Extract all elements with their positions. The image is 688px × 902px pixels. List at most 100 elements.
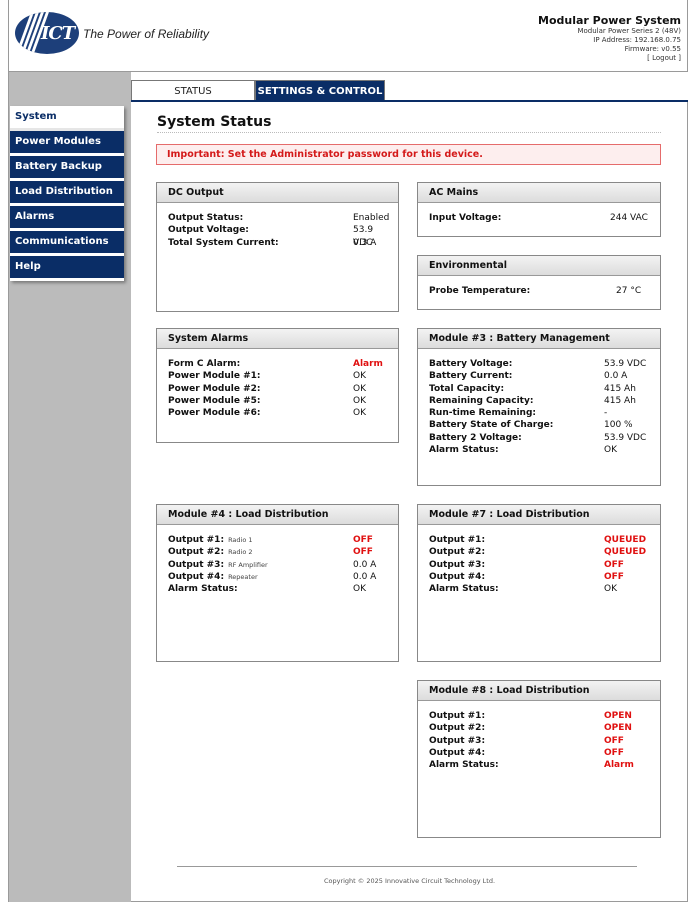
row-label: Total Capacity:: [429, 383, 505, 394]
status-row: Power Module #2: OK: [168, 383, 387, 395]
logout-link[interactable]: [ Logout ]: [538, 54, 681, 63]
panel-title: Module #7 : Load Distribution: [418, 505, 660, 525]
row-value: OFF: [353, 535, 373, 545]
system-title: Modular Power System: [538, 14, 681, 27]
ict-logo: ICT The Power of Reliability: [15, 12, 209, 54]
row-value: Alarm: [353, 359, 383, 369]
panel-module-3-battery: Module #3 : Battery Management Battery V…: [417, 328, 661, 486]
output-name: Repeater: [228, 572, 258, 581]
sidebar-item-battery-backup[interactable]: Battery Backup: [10, 156, 124, 181]
status-row: Output #3: OFF: [429, 735, 649, 747]
status-row: Output #1: OPEN: [429, 710, 649, 722]
row-label: Output #4:: [429, 571, 486, 582]
row-label: Output #1:: [429, 711, 486, 721]
firmware-version: Firmware: v0.55: [624, 45, 681, 53]
status-row: Alarm Status: OK: [168, 583, 387, 595]
status-row: Power Module #1: OK: [168, 370, 387, 382]
panel-system-alarms: System Alarms Form C Alarm: Alarm Power Mo…: [156, 328, 399, 443]
panel-title: AC Mains: [418, 183, 660, 203]
row-label: Power Module #1:: [168, 371, 261, 382]
password-warning-banner: Important: Set the Administrator passwor…: [156, 144, 661, 165]
status-row: Power Module #6: OK: [168, 407, 387, 419]
status-row: Remaining Capacity: 415 Ah: [429, 395, 649, 407]
page-title: System Status: [157, 114, 272, 130]
row-label: Power Module #2:: [168, 383, 261, 394]
row-value: 415 Ah: [604, 395, 636, 406]
status-row: Battery 2 Voltage: 53.9 VDC: [429, 432, 649, 444]
tab-settings-control[interactable]: SETTINGS & CONTROL: [255, 80, 385, 101]
row-value: Alarm: [604, 760, 634, 771]
tab-bar: STATUS SETTINGS & CONTROL: [131, 80, 385, 101]
row-value: 0.0 A: [353, 559, 377, 570]
status-row: Output #1: Radio 1 OFF: [168, 534, 387, 546]
status-row: Output Voltage: 53.9 VDC: [168, 224, 387, 247]
panel-ac-mains: AC Mains Input Voltage: 244 VAC: [417, 182, 661, 237]
row-value: 244 VAC: [610, 213, 648, 223]
row-label: Power Module #6:: [168, 408, 261, 419]
status-row: Output #3: RF Amplifier 0.0 A: [168, 559, 387, 571]
row-value: -: [604, 408, 608, 419]
row-label: Output Voltage:: [168, 225, 249, 236]
sidebar-item-alarms[interactable]: Alarms: [10, 206, 124, 231]
row-value: QUEUED: [604, 547, 647, 558]
sidebar-item-help[interactable]: Help: [10, 256, 124, 281]
row-value: OK: [353, 584, 366, 595]
sidebar-item-system[interactable]: System: [10, 106, 124, 131]
row-value: OFF: [604, 747, 624, 758]
ip-address: IP Address: 192.168.0.75: [593, 36, 681, 44]
row-label: Input Voltage:: [429, 213, 502, 223]
row-label: Output #4:: [168, 571, 225, 582]
row-value: OFF: [604, 559, 624, 570]
row-value: OPEN: [604, 723, 632, 734]
status-row: Alarm Status: OK: [429, 583, 649, 595]
row-label: Output #3:: [168, 559, 225, 570]
row-label: Output #3:: [429, 559, 486, 570]
row-value: 53.9 VDC: [604, 359, 647, 369]
page-header: ICT The Power of Reliability Modular Pow…: [8, 0, 688, 72]
row-label: Probe Temperature:: [429, 286, 531, 296]
row-label: Output #3:: [429, 735, 486, 746]
status-row: Power Module #5: OK: [168, 395, 387, 407]
row-label: Output #1:: [429, 535, 486, 545]
row-value: 0.3 A: [353, 237, 377, 248]
footer-divider: [177, 866, 637, 867]
row-value: 0.0 A: [604, 371, 628, 382]
ict-logo-mark: ICT: [15, 12, 79, 54]
panel-module-8-load: Module #8 : Load Distribution Output #1:…: [417, 680, 661, 838]
row-value: OK: [604, 445, 617, 456]
row-label: Alarm Status:: [429, 445, 499, 456]
panel-title: Module #8 : Load Distribution: [418, 681, 660, 701]
row-label: Output #2:: [168, 547, 225, 558]
status-row: Output #3: OFF: [429, 559, 649, 571]
panel-title: Module #4 : Load Distribution: [157, 505, 398, 525]
output-name: Radio 1: [228, 536, 253, 544]
status-row: Alarm Status: Alarm: [429, 759, 649, 771]
sidebar-item-load-distribution[interactable]: Load Distribution: [10, 181, 124, 206]
status-row: Output #4: Repeater 0.0 A: [168, 571, 387, 583]
status-row: Total System Current: 0.3 A: [168, 237, 387, 249]
row-label: Output #2:: [429, 547, 486, 558]
row-label: Battery 2 Voltage:: [429, 432, 522, 443]
row-value: OFF: [353, 547, 373, 558]
sidebar-item-power-modules[interactable]: Power Modules: [10, 131, 124, 156]
status-row: Total Capacity: 415 Ah: [429, 383, 649, 395]
status-row: Output #2: QUEUED: [429, 546, 649, 558]
system-info: Modular Power System Modular Power Serie…: [538, 14, 681, 63]
row-value: OFF: [604, 735, 624, 746]
status-row: Battery Current: 0.0 A: [429, 370, 649, 382]
status-row: Output #2: OPEN: [429, 722, 649, 734]
row-value: 53.9 VDC: [604, 432, 647, 443]
sidebar-item-communications[interactable]: Communications: [10, 231, 124, 256]
panel-title: DC Output: [157, 183, 398, 203]
row-value: OK: [604, 584, 617, 595]
title-divider: [157, 132, 661, 133]
row-value: OK: [353, 395, 366, 406]
row-value: Enabled: [353, 213, 390, 223]
logo-tagline: The Power of Reliability: [83, 27, 210, 41]
row-label: Form C Alarm:: [168, 359, 241, 369]
status-row: Probe Temperature: 27 °C: [429, 285, 649, 297]
tab-status[interactable]: STATUS: [131, 80, 255, 101]
row-value: 100 %: [604, 420, 633, 431]
status-row: Run-time Remaining: -: [429, 407, 649, 419]
row-label: Battery Voltage:: [429, 359, 513, 369]
